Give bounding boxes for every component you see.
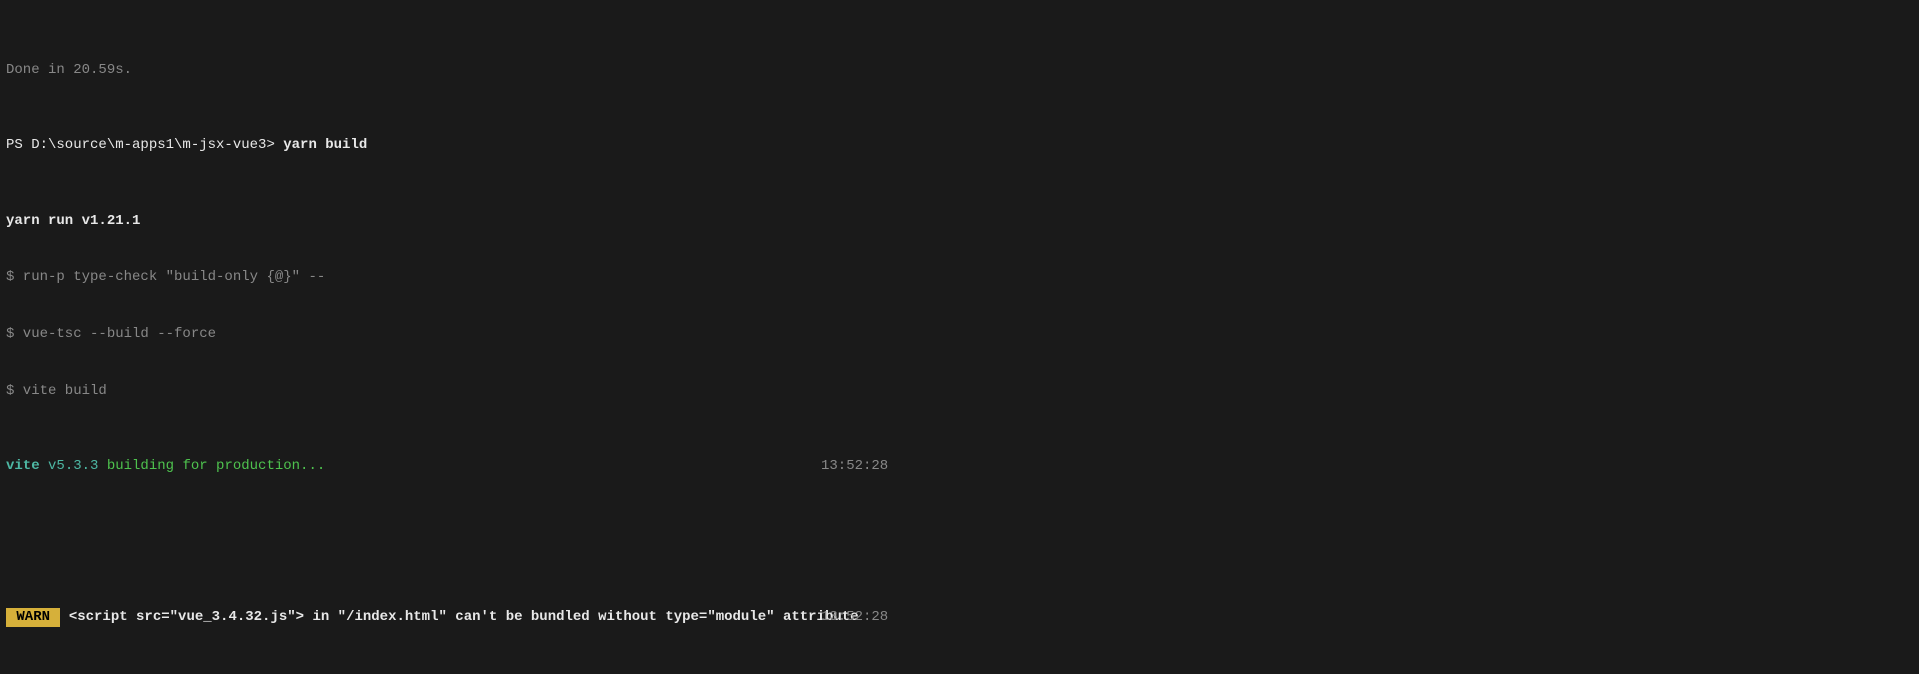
terminal-output[interactable]: Done in 20.59s. PS D:\source\m-apps1\m-j… [0,0,1919,674]
vite-building-msg: building for production... [107,458,325,474]
yarn-run-line: yarn run v1.21.1 [6,212,1913,231]
prompt-path: PS D:\source\m-apps1\m-jsx-vue3> [6,137,283,153]
prompt-line-1: PS D:\source\m-apps1\m-jsx-vue3> yarn bu… [6,136,1913,155]
timestamp: 13:52:28 [821,608,888,627]
vite-label: vite [6,458,48,474]
step-line: $ vue-tsc --build --force [6,325,1913,344]
step-line: $ run-p type-check "build-only {@}" -- [6,268,1913,287]
vite-build-line: vite v5.3.3 building for production... 13… [6,457,1913,476]
prev-done-line: Done in 20.59s. [6,61,1913,80]
warn-badge: WARN [6,608,60,627]
timestamp: 13:52:28 [821,457,888,476]
warn-text: <script src="vue_3.4.32.js"> in "/index.… [60,609,858,625]
step-line: $ vite build [6,382,1913,401]
command-text: yarn build [283,137,367,153]
vite-version: v5.3.3 [48,458,107,474]
warn-line: WARN <script src="vue_3.4.32.js"> in "/i… [6,608,1913,627]
